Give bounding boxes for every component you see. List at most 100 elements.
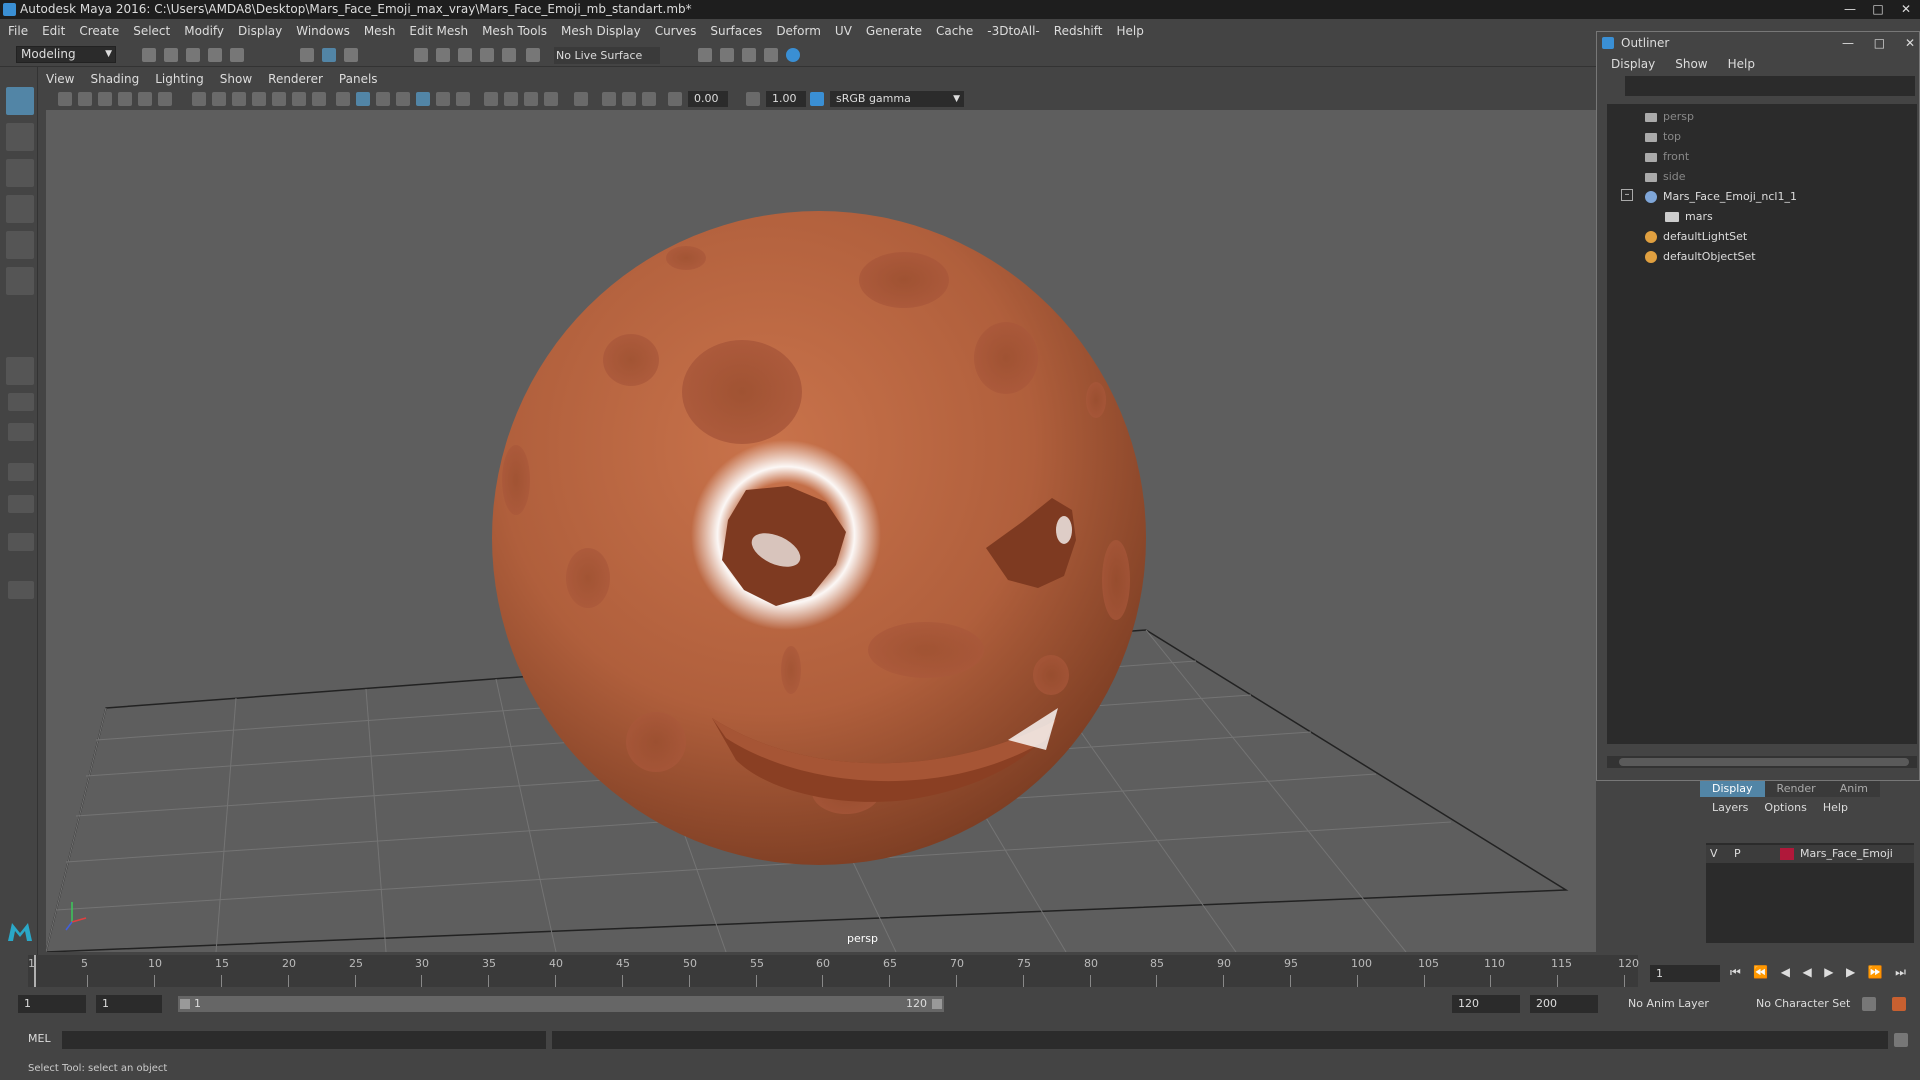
auto-key-icon[interactable]	[1862, 997, 1876, 1011]
animation-preferences-icon[interactable]	[1892, 997, 1906, 1011]
color-management-icon[interactable]	[810, 92, 824, 106]
multisample-aa-icon[interactable]	[524, 92, 538, 106]
use-default-material-icon[interactable]	[376, 92, 390, 106]
playback-end-field[interactable]: 120	[1452, 995, 1520, 1013]
redo-icon[interactable]	[230, 48, 244, 62]
script-editor-icon[interactable]	[1894, 1033, 1908, 1047]
select-object-icon[interactable]	[322, 48, 336, 62]
hypershade-icon[interactable]	[764, 48, 778, 62]
script-language-label[interactable]: MEL	[28, 1032, 51, 1045]
screen-space-ao-icon[interactable]	[484, 92, 498, 106]
snap-view-plane-icon[interactable]	[480, 48, 494, 62]
outliner-item-side[interactable]: side	[1645, 168, 1686, 186]
anim-layer-dropdown[interactable]: No Anim Layer	[1622, 995, 1734, 1013]
go-to-end-icon[interactable]: ⏭	[1895, 965, 1906, 979]
layer-color-swatch[interactable]	[1780, 848, 1794, 860]
panel-menu-show[interactable]: Show	[220, 72, 252, 86]
outliner-item-mars[interactable]: mars	[1665, 208, 1713, 226]
menu-mesh-display[interactable]: Mesh Display	[561, 24, 641, 38]
new-scene-icon[interactable]	[142, 48, 156, 62]
time-slider-track[interactable]: 1 5 10 15 20 25 30 35 40 45 50 55 60 65 70 75 80 85 90 95 10…	[28, 955, 1639, 987]
custom-layout-icon[interactable]	[8, 581, 34, 599]
outliner-item-persp[interactable]: persp	[1645, 108, 1694, 126]
menu-curves[interactable]: Curves	[655, 24, 697, 38]
undo-icon[interactable]	[208, 48, 222, 62]
image-plane-icon[interactable]	[118, 92, 132, 106]
menu-help[interactable]: Help	[1116, 24, 1143, 38]
select-hierarchy-icon[interactable]	[300, 48, 314, 62]
range-end-handle[interactable]	[932, 999, 942, 1009]
two-d-pan-zoom-icon[interactable]	[138, 92, 152, 106]
menu-mesh[interactable]: Mesh	[364, 24, 396, 38]
render-current-frame-icon[interactable]	[698, 48, 712, 62]
perspective-viewport[interactable]: persp	[46, 110, 1596, 952]
layer-menu-options[interactable]: Options	[1764, 801, 1806, 814]
live-surface-field[interactable]: No Live Surface	[554, 47, 660, 64]
gate-mask-icon[interactable]	[252, 92, 266, 106]
ipr-render-icon[interactable]	[720, 48, 734, 62]
snap-surface-icon[interactable]	[502, 48, 516, 62]
safe-title-icon[interactable]	[312, 92, 326, 106]
go-to-start-icon[interactable]: ⏮	[1730, 965, 1741, 979]
playback-start-field[interactable]: 1	[96, 995, 162, 1013]
snap-point-icon[interactable]	[458, 48, 472, 62]
layer-menu-layers[interactable]: Layers	[1712, 801, 1748, 814]
panel-menu-renderer[interactable]: Renderer	[268, 72, 323, 86]
persp-graph-layout-icon[interactable]	[8, 463, 34, 481]
minimize-icon[interactable]: —	[1836, 0, 1864, 19]
maximize-icon[interactable]: □	[1864, 0, 1892, 19]
menu-redshift[interactable]: Redshift	[1054, 24, 1103, 38]
gamma-field[interactable]: 1.00	[766, 91, 806, 107]
outliner-menu-display[interactable]: Display	[1611, 57, 1655, 71]
close-icon[interactable]: ✕	[1905, 36, 1915, 50]
outliner-search-input[interactable]	[1625, 76, 1915, 96]
lasso-tool-icon[interactable]	[6, 123, 34, 151]
menu-surfaces[interactable]: Surfaces	[710, 24, 762, 38]
outliner-item-top[interactable]: top	[1645, 128, 1681, 146]
command-input[interactable]	[62, 1031, 546, 1049]
time-slider[interactable]: 1 5 10 15 20 25 30 35 40 45 50 55 60 65 70 75 80 85 90 95 10…	[0, 955, 1920, 987]
persp-outliner-layout-icon[interactable]	[8, 423, 34, 441]
menu-set-dropdown[interactable]: Modeling ▼	[16, 46, 116, 63]
menu-windows[interactable]: Windows	[296, 24, 350, 38]
outliner-menu-help[interactable]: Help	[1728, 57, 1755, 71]
layer-row[interactable]: V P Mars_Face_Emoji	[1706, 845, 1914, 863]
wireframe-on-shaded-icon[interactable]	[396, 92, 410, 106]
panel-menu-panels[interactable]: Panels	[339, 72, 378, 86]
outliner-item-mars-face-emoji-group[interactable]: Mars_Face_Emoji_ncl1_1	[1645, 188, 1797, 206]
range-start-handle[interactable]	[180, 999, 190, 1009]
panel-menu-lighting[interactable]: Lighting	[155, 72, 204, 86]
film-gate-icon[interactable]	[212, 92, 226, 106]
render-settings-icon[interactable]	[742, 48, 756, 62]
menu-modify[interactable]: Modify	[184, 24, 224, 38]
menu-edit-mesh[interactable]: Edit Mesh	[409, 24, 468, 38]
hypershade-layout-icon[interactable]	[8, 533, 34, 551]
exposure-field[interactable]: 0.00	[688, 91, 728, 107]
render-view-icon[interactable]	[786, 48, 800, 62]
make-live-icon[interactable]	[526, 48, 540, 62]
move-tool-icon[interactable]	[6, 195, 34, 223]
view-transform-dropdown[interactable]: sRGB gamma ▼	[830, 91, 964, 107]
layer-visibility-toggle[interactable]: V	[1710, 845, 1718, 863]
xray-icon[interactable]	[602, 92, 616, 106]
menu-deform[interactable]: Deform	[776, 24, 821, 38]
tab-render[interactable]: Render	[1764, 781, 1828, 797]
safe-action-icon[interactable]	[292, 92, 306, 106]
open-scene-icon[interactable]	[164, 48, 178, 62]
menu-mesh-tools[interactable]: Mesh Tools	[482, 24, 547, 38]
shadows-icon[interactable]	[456, 92, 470, 106]
scrollbar-thumb[interactable]	[1619, 758, 1909, 766]
range-slider[interactable]: 1 120	[178, 996, 944, 1012]
play-forward-icon[interactable]: ▶	[1824, 965, 1833, 979]
outliner-item-default-light-set[interactable]: defaultLightSet	[1645, 228, 1747, 246]
current-time-indicator[interactable]	[34, 955, 36, 987]
resolution-gate-icon[interactable]	[232, 92, 246, 106]
step-forward-key-icon[interactable]: ▶	[1846, 965, 1855, 979]
step-back-key-icon[interactable]: ◀	[1781, 965, 1790, 979]
collapse-icon[interactable]: –	[1621, 189, 1633, 201]
minimize-icon[interactable]: —	[1842, 36, 1854, 50]
exposure-icon[interactable]	[668, 92, 682, 106]
gamma-icon[interactable]	[746, 92, 760, 106]
select-tool-icon[interactable]	[6, 87, 34, 115]
character-set-dropdown[interactable]: No Character Set	[1750, 995, 1868, 1013]
